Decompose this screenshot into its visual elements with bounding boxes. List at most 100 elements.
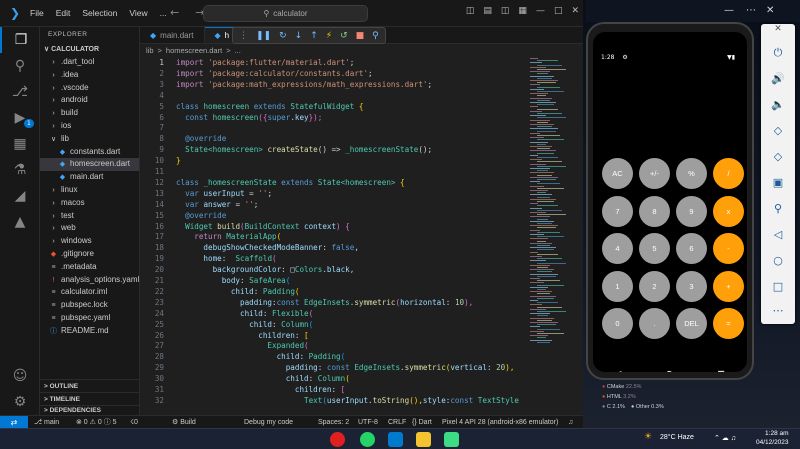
step-into-icon[interactable]: ↓ (295, 31, 303, 41)
android-emulator-taskbar-icon[interactable] (444, 432, 459, 447)
calc-key[interactable]: 9 (676, 195, 707, 227)
power-icon[interactable]: ⏻ (761, 46, 795, 60)
tree-file[interactable]: ◆ .gitignore (40, 248, 139, 261)
weather-text[interactable]: 28°C Haze (660, 434, 694, 441)
calc-key[interactable]: AC (602, 158, 633, 189)
dependencies-section[interactable]: > DEPENDENCIES (40, 405, 140, 415)
calc-key[interactable]: 0 (602, 308, 633, 339)
menu-item[interactable]: Edit (56, 8, 71, 18)
tree-folder[interactable]: › .idea (40, 69, 139, 82)
zoom-icon[interactable]: ⚲ (761, 202, 795, 215)
restart-icon[interactable]: ↺ (340, 31, 348, 41)
tree-folder[interactable]: › ios (40, 120, 139, 133)
calc-key[interactable]: 8 (639, 195, 670, 227)
more-options-icon[interactable]: ⋯ (761, 304, 795, 317)
tab-main-dart[interactable]: ◆ main.dart (140, 27, 205, 43)
volume-down-icon[interactable]: 🔈 (761, 98, 795, 111)
back-arrow-icon[interactable]: ← (170, 6, 179, 19)
layout-sidebar-icon[interactable]: ◫ (466, 6, 475, 16)
opera-icon[interactable] (330, 432, 345, 447)
flutter-icon[interactable]: ◢ (0, 183, 40, 209)
layout-secondary-icon[interactable]: ◫ (501, 6, 510, 16)
command-center-search[interactable]: ⚲ calculator (203, 5, 368, 22)
close-icon[interactable]: ✕ (571, 6, 579, 16)
hot-reload-icon[interactable]: ⚡ (326, 31, 332, 41)
calc-key[interactable]: = (713, 308, 744, 339)
back-nav-icon[interactable]: ◀ (615, 369, 621, 372)
menu-item[interactable]: File (30, 8, 44, 18)
customize-layout-icon[interactable]: ▦ (518, 6, 527, 16)
menu-item[interactable]: ... (160, 8, 167, 18)
tree-folder[interactable]: › .vscode (40, 82, 139, 95)
tree-folder[interactable]: › build (40, 107, 139, 120)
calc-key[interactable]: % (676, 158, 707, 189)
calc-key[interactable]: + (713, 270, 744, 302)
rotate-left-icon[interactable]: ◇ (761, 124, 795, 137)
calc-key[interactable]: x (713, 195, 744, 227)
account-icon[interactable]: ☺ (0, 363, 40, 389)
calc-key[interactable]: 7 (602, 195, 633, 227)
tree-file[interactable]: ≡ calculator.iml (40, 286, 139, 299)
tree-file[interactable]: ◆ constants.dart (40, 146, 139, 159)
tree-file[interactable]: ◆ homescreen.dart (40, 158, 139, 172)
tree-file[interactable]: ◆ main.dart (40, 171, 139, 184)
calc-key[interactable]: . (639, 308, 670, 339)
calc-key[interactable]: DEL (676, 308, 707, 339)
calc-key[interactable]: 2 (639, 270, 670, 302)
vscode-taskbar-icon[interactable] (388, 432, 403, 447)
source-control-icon[interactable]: ⎇ (0, 79, 40, 105)
layout-panel-icon[interactable]: ▤ (483, 6, 492, 16)
project-root[interactable]: ∨ CALCULATOR (40, 43, 139, 56)
menu-item[interactable]: View (129, 8, 147, 18)
tree-file[interactable]: ≡ pubspec.lock (40, 299, 139, 312)
tree-file[interactable]: ⓘ README.md (40, 325, 139, 338)
explorer-icon[interactable]: ❐ (0, 27, 40, 53)
back-button-icon[interactable]: ◁ (761, 228, 795, 241)
stop-icon[interactable]: ■ (356, 31, 365, 41)
overview-button-icon[interactable]: □ (761, 280, 795, 293)
extensions-icon[interactable]: ▦ (0, 131, 40, 157)
timeline-section[interactable]: > TIMELINE (40, 392, 140, 405)
tree-file[interactable]: ! analysis_options.yaml (40, 274, 140, 287)
tree-folder[interactable]: › test (40, 210, 139, 223)
step-over-icon[interactable]: ↻ (279, 31, 287, 41)
pause-icon[interactable]: ❚❚ (256, 31, 271, 41)
calc-key[interactable]: 1 (602, 270, 633, 302)
code-editor[interactable]: 1 import 'package:flutter/material.dart';… (140, 58, 530, 415)
calc-key[interactable]: +/- (639, 158, 670, 189)
menu-item[interactable]: Selection (82, 8, 117, 18)
emulator-close-icon[interactable]: ✕ (766, 5, 774, 16)
emulator-minimize-icon[interactable]: — (724, 5, 734, 16)
screenshot-icon[interactable]: ▣ (761, 176, 795, 189)
recents-nav-icon[interactable]: ■ (717, 369, 725, 372)
testing-icon[interactable]: ⚗ (0, 157, 40, 183)
volume-up-icon[interactable]: 🔊 (761, 72, 795, 85)
home-button-icon[interactable]: ○ (761, 254, 795, 267)
tree-folder[interactable]: › macos (40, 197, 139, 210)
close-toolbar-icon[interactable]: ✕ (761, 24, 795, 34)
step-out-icon[interactable]: ↑ (310, 31, 318, 41)
tree-folder[interactable]: › android (40, 94, 139, 107)
tree-file[interactable]: ≡ pubspec.yaml (40, 312, 139, 325)
tray-icons[interactable]: ⌃ ☁ ♫ (714, 434, 736, 442)
file-explorer-icon[interactable] (416, 432, 431, 447)
settings-gear-icon[interactable]: ⚙ (0, 389, 40, 415)
minimap[interactable] (530, 58, 575, 358)
tree-file[interactable]: ≡ .metadata (40, 261, 139, 274)
minimize-icon[interactable]: — (536, 6, 545, 16)
breadcrumb-part[interactable]: homescreen.dart (166, 46, 222, 55)
clock[interactable]: 1:28 am 04/12/2023 (756, 429, 789, 447)
maximize-icon[interactable]: □ (554, 6, 563, 16)
search-activity-icon[interactable]: ⚲ (0, 53, 40, 79)
calc-key[interactable]: 6 (676, 233, 707, 264)
breadcrumb-part[interactable]: lib (146, 46, 154, 55)
run-debug-icon[interactable]: ▶ 1 (0, 105, 40, 131)
rotate-right-icon[interactable]: ◇ (761, 150, 795, 163)
whatsapp-icon[interactable] (360, 432, 375, 447)
calc-key[interactable]: - (713, 233, 744, 264)
tree-folder[interactable]: ∨ lib (40, 133, 139, 146)
breadcrumb-part[interactable]: ... (235, 46, 241, 55)
emulator-settings-icon[interactable]: ⋯ (746, 5, 756, 16)
tree-folder[interactable]: › .dart_tool (40, 56, 139, 69)
tree-folder[interactable]: › linux (40, 184, 139, 197)
